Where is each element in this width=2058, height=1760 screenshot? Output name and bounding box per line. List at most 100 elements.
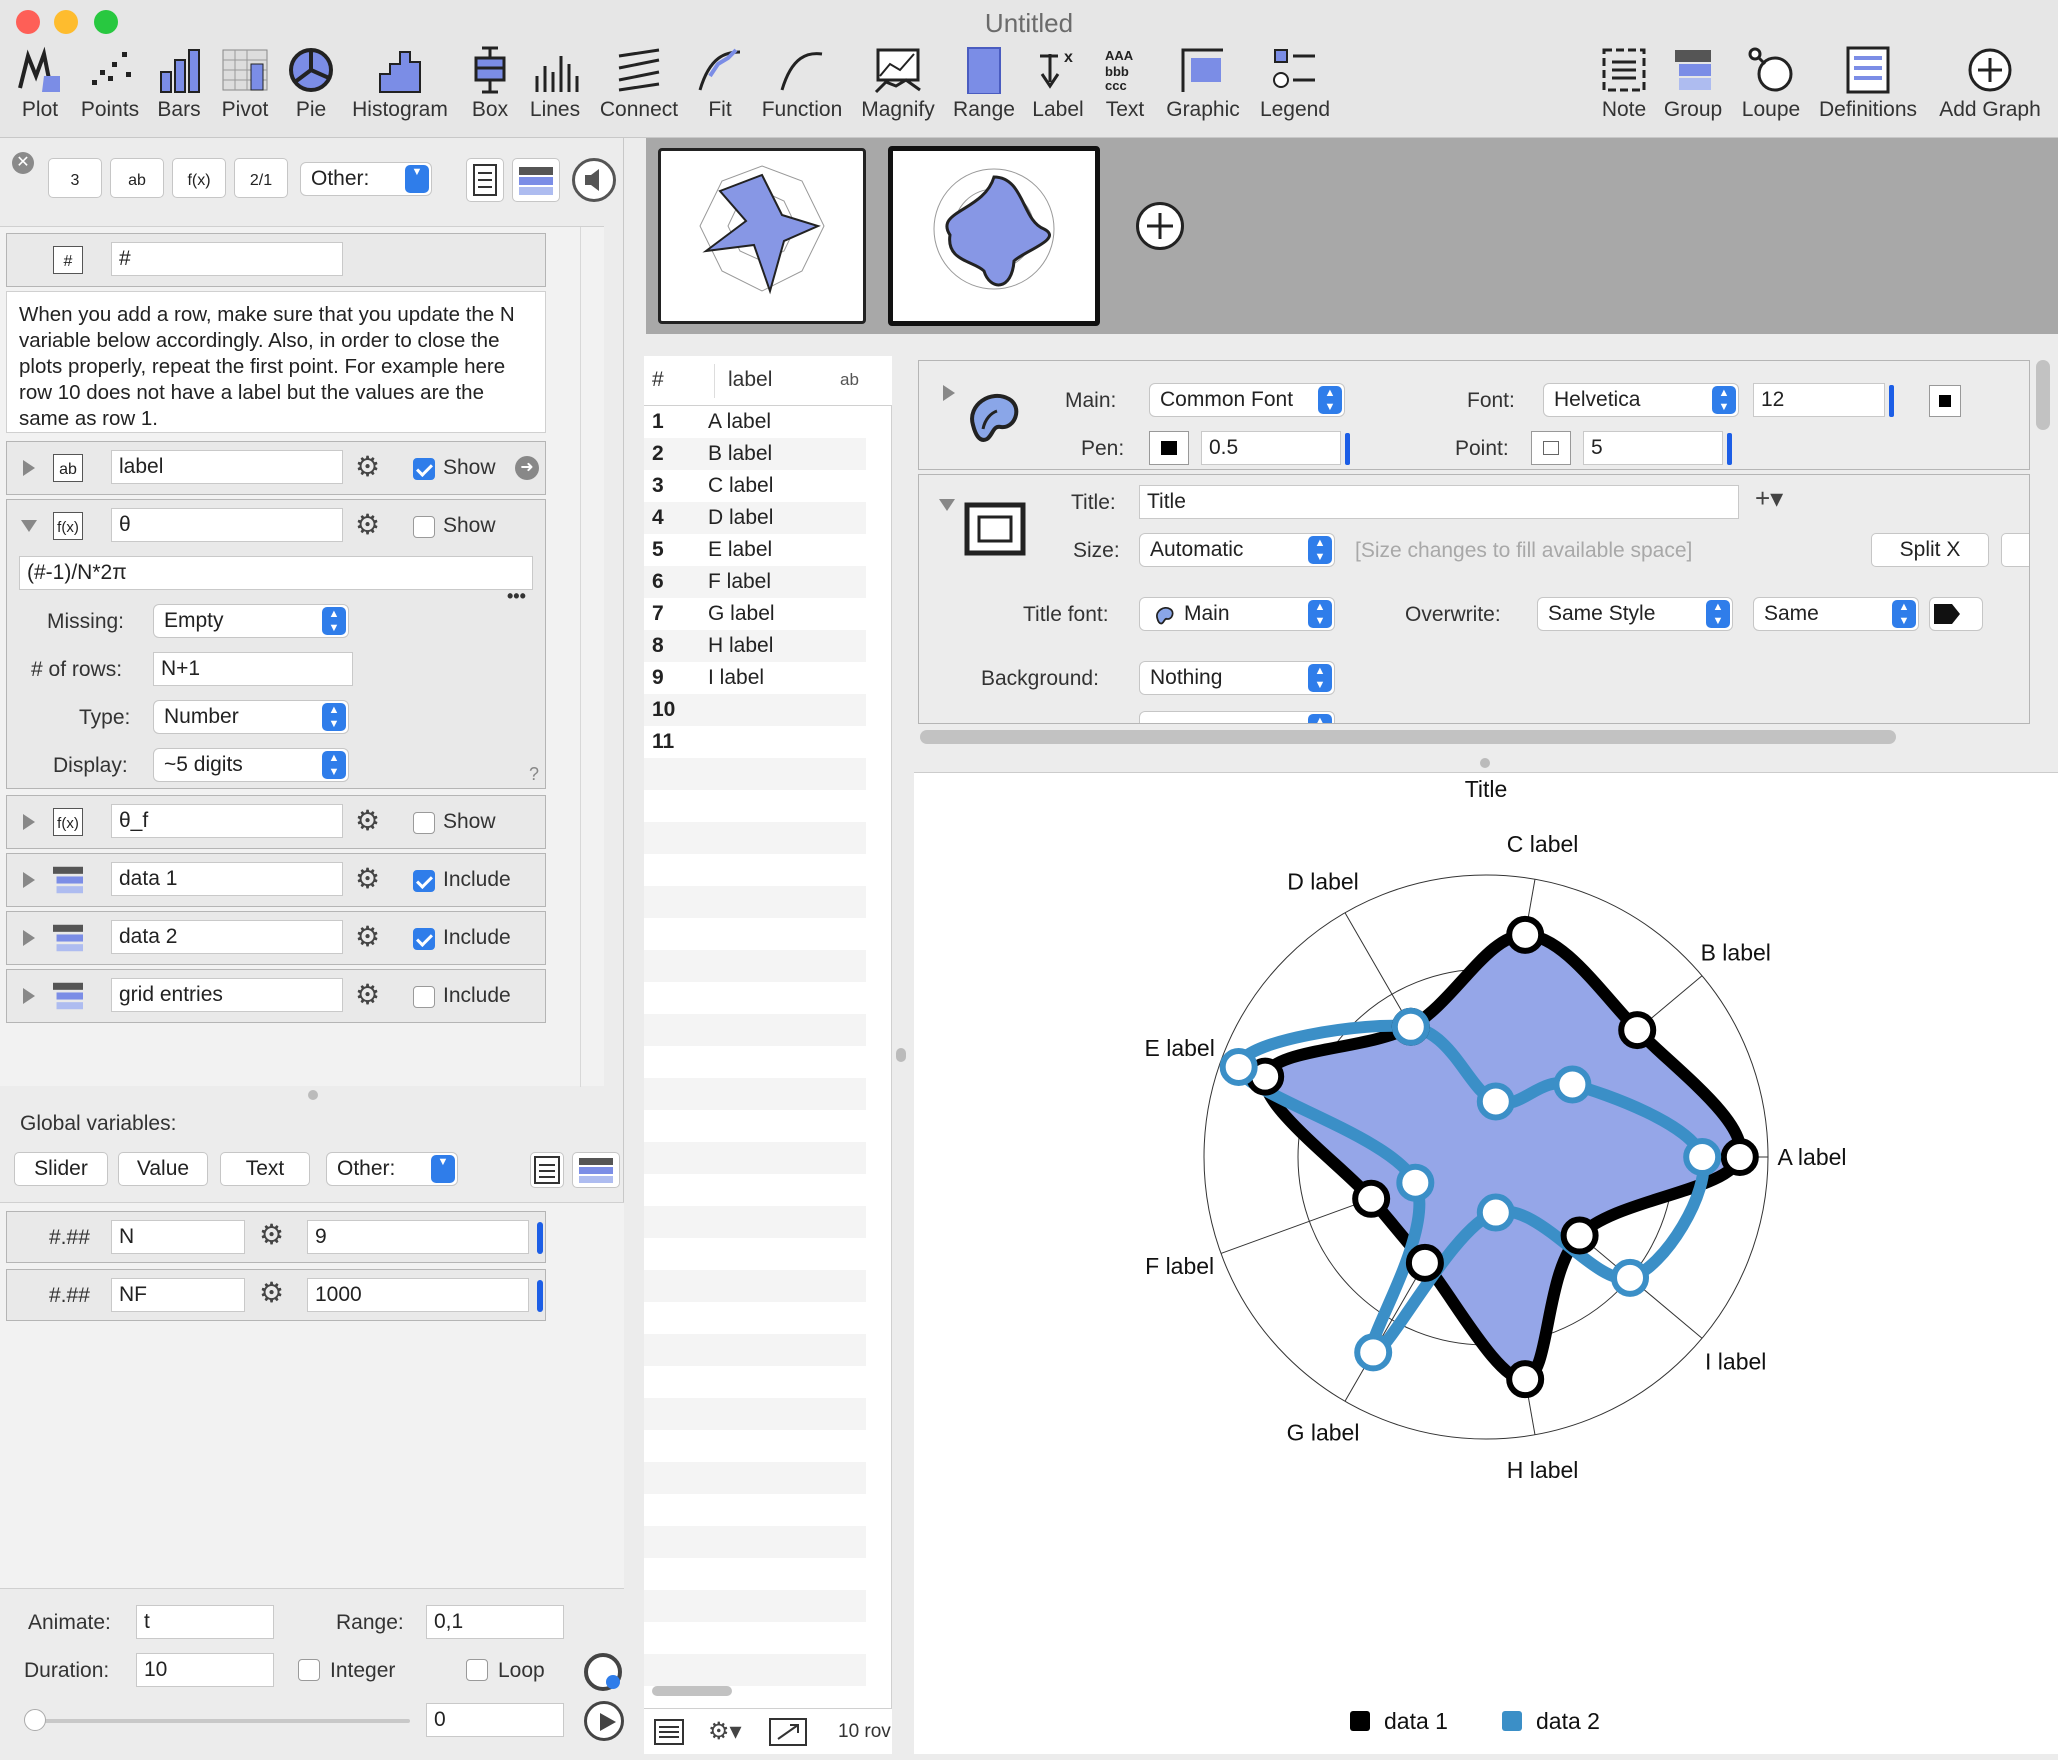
add-text-button[interactable]: Text <box>220 1152 310 1186</box>
note-text[interactable]: When you add a row, make sure that you u… <box>6 291 546 433</box>
time-slider-track[interactable] <box>30 1719 410 1723</box>
gear-icon[interactable]: ⚙ <box>355 508 380 541</box>
formula-field[interactable]: (#-1)/N*2π <box>19 556 533 590</box>
data-point[interactable] <box>1720 1138 1759 1176</box>
gear-icon[interactable]: ⚙ <box>259 1276 284 1309</box>
expand-arrow-icon[interactable] <box>23 460 35 476</box>
font-color-well[interactable] <box>1929 385 1961 417</box>
slider-thumb-icon[interactable] <box>1889 385 1894 417</box>
split-y-button[interactable] <box>2001 533 2029 567</box>
collapse-arrow-icon[interactable] <box>21 520 37 532</box>
row-label[interactable]: D label <box>708 502 773 534</box>
data-point[interactable] <box>1611 1258 1650 1297</box>
splitter-handle[interactable] <box>308 1090 318 1100</box>
background-select[interactable]: Nothing ▲ ▼ <box>1139 661 1335 695</box>
label-column-name[interactable]: label <box>111 450 343 484</box>
global-group-button[interactable] <box>572 1152 620 1188</box>
data-point[interactable] <box>1476 1082 1515 1121</box>
show-checkbox[interactable] <box>413 812 435 834</box>
toolbar-connect[interactable]: Connect <box>596 46 682 132</box>
toolbar-fit[interactable]: Fit <box>694 46 746 132</box>
table-row[interactable]: 3 C label <box>644 470 864 502</box>
toolbar-group[interactable]: Group <box>1660 46 1726 132</box>
data-point[interactable] <box>1396 1163 1435 1202</box>
data-point[interactable] <box>1560 1216 1599 1255</box>
list-icon[interactable] <box>654 1719 684 1745</box>
data-point[interactable] <box>1405 1243 1444 1282</box>
missing-select[interactable]: Empty ▲ ▼ <box>153 604 349 638</box>
other-global-select[interactable]: Other: ▼ <box>326 1152 458 1186</box>
data-point[interactable] <box>1683 1138 1722 1176</box>
font-size-field[interactable]: 12 <box>1753 383 1885 417</box>
add-graph-thumb-button[interactable] <box>1136 202 1184 250</box>
record-button[interactable] <box>584 1653 622 1691</box>
scrollbar-track[interactable] <box>580 227 581 1087</box>
expand-arrow-icon[interactable] <box>23 814 35 830</box>
var-value-field[interactable]: 9 <box>307 1220 529 1254</box>
table-row[interactable]: 4 D label <box>644 502 864 534</box>
display-select[interactable]: ~5 digits ▲ ▼ <box>153 748 349 782</box>
horizontal-scrollbar[interactable] <box>652 1686 732 1696</box>
hash-column-name[interactable]: # <box>111 242 343 276</box>
splitter-handle[interactable] <box>1480 758 1490 768</box>
add-token-icon[interactable]: +▾ <box>1755 483 1783 514</box>
table-row[interactable]: 8 H label <box>644 630 864 662</box>
row-label[interactable]: B label <box>708 438 772 470</box>
toolbar-pivot[interactable]: Pivot <box>214 46 276 132</box>
arrow-right-circle-icon[interactable]: ➜ <box>515 456 539 480</box>
point-color-well[interactable] <box>1531 431 1571 465</box>
toolbar-loupe[interactable]: Loupe <box>1736 46 1806 132</box>
toolbar-label-tool[interactable]: x Label <box>1026 46 1090 132</box>
resize-icon[interactable] <box>768 1717 808 1747</box>
grid-entries-name[interactable]: grid entries <box>111 978 343 1012</box>
gear-icon[interactable]: ⚙ <box>355 920 380 953</box>
duration-field[interactable]: 10 <box>136 1653 274 1687</box>
row-label[interactable]: F label <box>708 566 771 598</box>
data-point[interactable] <box>1354 1333 1393 1372</box>
table-row[interactable]: 7 G label <box>644 598 864 630</box>
group-view-button[interactable] <box>512 158 560 202</box>
font-family-select[interactable]: Helvetica ▲ ▼ <box>1543 383 1739 417</box>
size-select[interactable]: Automatic ▲ ▼ <box>1139 533 1335 567</box>
toolbar-lines[interactable]: Lines <box>526 46 584 132</box>
toolbar-plot[interactable]: Plot <box>12 46 68 132</box>
data-point[interactable] <box>1352 1179 1391 1218</box>
title-font-select[interactable]: Main ▲ ▼ <box>1139 597 1335 631</box>
toolbar-legend[interactable]: Legend <box>1254 46 1336 132</box>
var-value-field[interactable]: 1000 <box>307 1278 529 1312</box>
tag-select[interactable] <box>1929 597 1983 631</box>
include-checkbox[interactable] <box>413 870 435 892</box>
split-x-button[interactable]: Split X <box>1871 533 1989 567</box>
global-list-button[interactable] <box>530 1152 564 1188</box>
slider-thumb-icon[interactable] <box>1345 433 1350 465</box>
title-field[interactable]: Title <box>1139 485 1739 519</box>
type-number-button[interactable]: 3 <box>48 158 102 198</box>
type-fraction-button[interactable]: 2/1 <box>234 158 288 198</box>
gear-icon[interactable]: ⚙▾ <box>708 1717 742 1746</box>
thumbnail-graph-1[interactable] <box>658 148 866 324</box>
axis-background-select[interactable]: ▲▼ <box>1139 711 1335 723</box>
add-value-button[interactable]: Value <box>118 1152 208 1186</box>
close-panel-icon[interactable]: ✕ <box>12 152 34 174</box>
slider-thumb-icon[interactable] <box>1727 433 1732 465</box>
toolbar-definitions[interactable]: Definitions <box>1816 46 1920 132</box>
include-checkbox[interactable] <box>413 928 435 950</box>
gear-icon[interactable]: ⚙ <box>355 862 380 895</box>
data-1-name[interactable]: data 1 <box>111 862 343 896</box>
toolbar-text[interactable]: AAA bbb ccc Text <box>1098 46 1152 132</box>
speaker-button[interactable] <box>572 158 616 202</box>
table-row[interactable]: 5 E label <box>644 534 864 566</box>
data-point[interactable] <box>1618 1011 1657 1050</box>
time-slider-thumb[interactable] <box>24 1709 46 1731</box>
table-row[interactable]: 9 I label <box>644 662 864 694</box>
collapse-arrow-icon[interactable] <box>939 499 955 511</box>
table-header-label[interactable]: label <box>728 368 772 392</box>
row-label[interactable]: I label <box>708 662 764 694</box>
gear-icon[interactable]: ⚙ <box>355 978 380 1011</box>
add-slider-button[interactable]: Slider <box>14 1152 108 1186</box>
data-point[interactable] <box>1476 1193 1515 1232</box>
toolbar-points[interactable]: Points <box>78 46 142 132</box>
point-size-field[interactable]: 5 <box>1583 431 1723 465</box>
data-point[interactable] <box>1506 915 1545 954</box>
play-button[interactable] <box>584 1701 624 1741</box>
